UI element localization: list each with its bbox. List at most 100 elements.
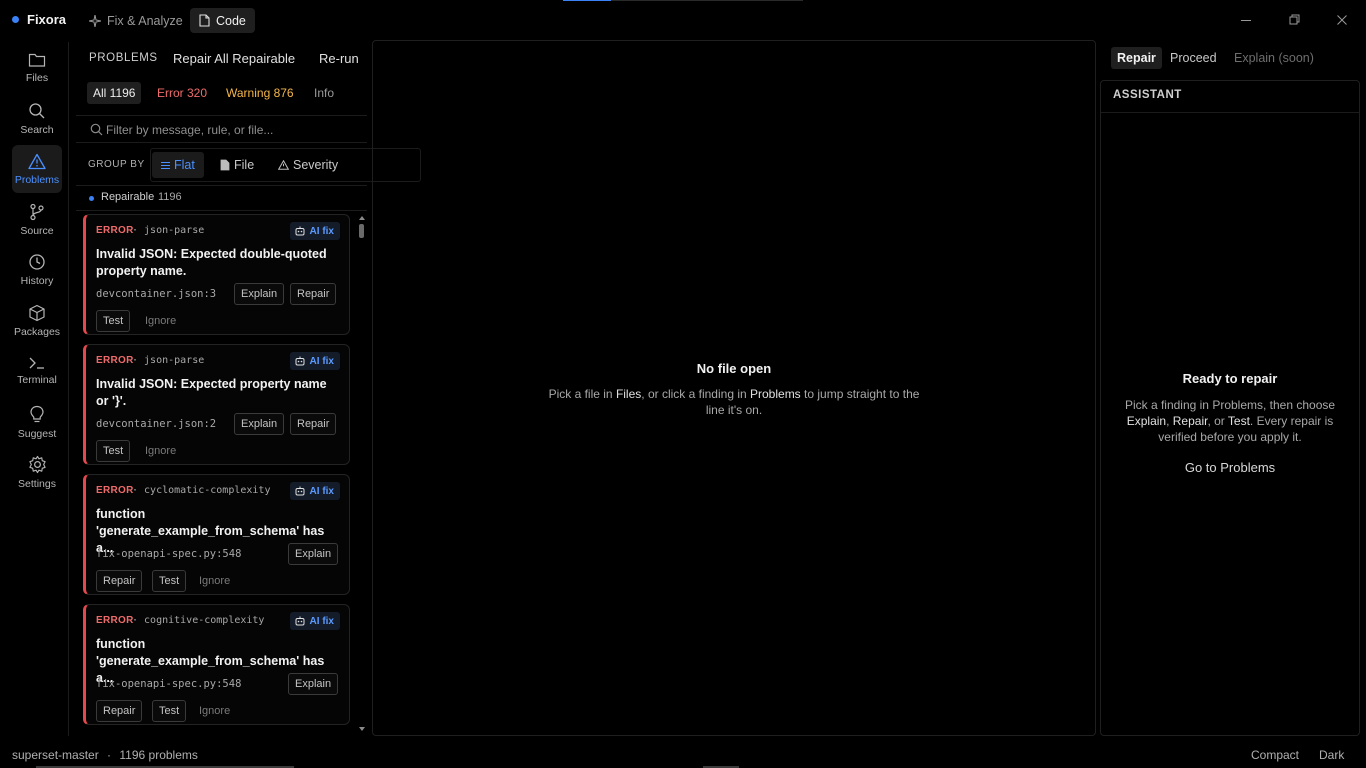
rail-item-source[interactable]: Source [12, 196, 62, 244]
ai-fix-badge: AI fix [289, 222, 340, 240]
severity-label: ERROR [96, 355, 134, 366]
filter-all[interactable]: All 1196 [87, 82, 142, 104]
git-branch-icon [29, 203, 45, 221]
group-by-flat[interactable]: Flat [152, 152, 204, 178]
ai-fix-label: AI fix [309, 225, 334, 237]
file-icon [199, 14, 210, 27]
theme-toggle[interactable]: Dark [1319, 748, 1344, 762]
explain-button[interactable]: Explain [288, 673, 339, 695]
compact-toggle[interactable]: Compact [1251, 748, 1299, 762]
scroll-down-arrow-icon[interactable] [359, 727, 365, 731]
robot-icon [295, 226, 305, 236]
problems-scrollbar[interactable] [359, 216, 365, 732]
rule-name: · cyclomatic-complexity [132, 485, 271, 496]
rail-item-terminal[interactable]: Terminal [12, 347, 62, 395]
test-button[interactable]: Test [96, 440, 131, 462]
repairable-label: Repairable [101, 191, 155, 203]
ignore-button[interactable]: Ignore [145, 445, 176, 457]
repair-button[interactable]: Repair [96, 570, 143, 592]
rail-label-source: Source [20, 225, 54, 237]
group-by-label: GROUP BY [88, 159, 145, 170]
status-bar: superset-master · 1196 problems Compact … [0, 742, 1366, 768]
problem-card[interactable]: ERROR · cyclomatic-complexity AI fix fun… [83, 474, 350, 595]
scroll-thumb[interactable] [359, 224, 364, 238]
repair-all-button[interactable]: Repair All Repairable [173, 51, 295, 66]
explain-button[interactable]: Explain [288, 543, 339, 565]
repair-button[interactable]: Repair [290, 413, 337, 435]
file-icon [220, 159, 230, 171]
ignore-button[interactable]: Ignore [199, 575, 230, 587]
empty-desc-part-2: , or click a finding in [641, 387, 750, 401]
severity-label: ERROR [96, 615, 134, 626]
problem-title: Invalid JSON: Expected double-quoted pro… [96, 247, 327, 278]
tab-proceed[interactable]: Proceed [1170, 51, 1217, 65]
warning-triangle-icon [28, 153, 46, 170]
rail-item-packages[interactable]: Packages [12, 297, 62, 345]
group-by-file-label: File [234, 158, 255, 172]
group-by-flat-label: Flat [174, 158, 195, 172]
rule-name: · cognitive-complexity [132, 615, 265, 626]
minimize-button[interactable] [1238, 12, 1254, 28]
rail-label-packages: Packages [13, 326, 61, 338]
problems-link[interactable]: Problems [750, 387, 801, 401]
status-project: superset-master [12, 748, 99, 762]
ai-fix-badge: AI fix [289, 482, 340, 500]
problems-search-input[interactable] [106, 120, 356, 140]
problem-card[interactable]: ERROR · json-parse AI fix Invalid JSON: … [83, 344, 350, 465]
group-by-file[interactable]: File [211, 152, 263, 178]
lightbulb-icon [29, 405, 45, 424]
rail-label-terminal: Terminal [17, 374, 57, 386]
tab-code[interactable]: Code [190, 8, 255, 33]
rail-item-search[interactable]: Search [12, 95, 62, 143]
problem-file[interactable]: fix-openapi-spec.py:548 [96, 548, 241, 560]
list-icon [161, 161, 170, 170]
robot-icon [295, 356, 305, 366]
filter-error[interactable]: Error 320 [151, 82, 213, 104]
ai-fix-badge: AI fix [289, 352, 340, 370]
status-problem-count[interactable]: 1196 problems [119, 748, 198, 762]
test-button[interactable]: Test [152, 700, 187, 722]
problem-card[interactable]: ERROR · json-parse AI fix Invalid JSON: … [83, 214, 350, 335]
ai-fix-label: AI fix [309, 355, 334, 367]
rail-item-suggest[interactable]: Suggest [12, 398, 62, 446]
ignore-button[interactable]: Ignore [199, 705, 230, 717]
repair-button[interactable]: Repair [96, 700, 143, 722]
files-link[interactable]: Files [616, 387, 641, 401]
test-button[interactable]: Test [152, 570, 187, 592]
problem-card[interactable]: ERROR · cognitive-complexity AI fix func… [83, 604, 350, 725]
repair-button[interactable]: Repair [290, 283, 337, 305]
filter-info[interactable]: Info [308, 82, 340, 104]
rule-name: · json-parse [132, 225, 205, 236]
filter-warning[interactable]: Warning 876 [220, 82, 300, 104]
sparkle-icon [89, 14, 101, 27]
problem-file[interactable]: devcontainer.json:2 [96, 418, 216, 430]
go-to-problems-button[interactable]: Go to Problems [1101, 460, 1359, 475]
repairable-group-header[interactable]: Repairable 1196 [76, 185, 367, 211]
tab-fix-analyze[interactable]: Fix & Analyze [80, 8, 192, 33]
close-button[interactable] [1334, 12, 1350, 28]
maximize-button[interactable] [1286, 12, 1302, 28]
rail-label-search: Search [20, 124, 54, 136]
rerun-button[interactable]: Re-run [319, 51, 359, 66]
problem-file[interactable]: fix-openapi-spec.py:548 [96, 678, 241, 690]
problems-search [76, 115, 367, 143]
search-icon [90, 123, 103, 136]
problem-title-line-1: function [96, 637, 146, 651]
status-separator: · [107, 748, 112, 762]
problem-file[interactable]: devcontainer.json:3 [96, 288, 216, 300]
package-icon [28, 304, 46, 322]
rail-item-files[interactable]: Files [12, 44, 62, 92]
rail-item-history[interactable]: History [12, 246, 62, 294]
explain-button[interactable]: Explain [234, 413, 285, 435]
group-by-severity[interactable]: Severity [269, 152, 347, 178]
test-button[interactable]: Test [96, 310, 131, 332]
tab-code-label: Code [216, 13, 246, 28]
explain-button[interactable]: Explain [234, 283, 285, 305]
rail-item-problems[interactable]: Problems [12, 145, 62, 193]
rail-label-files: Files [25, 72, 49, 84]
empty-state-description: Pick a file in Files, or click a finding… [540, 386, 928, 418]
rail-item-settings[interactable]: Settings [12, 448, 62, 496]
scroll-up-arrow-icon[interactable] [359, 216, 365, 220]
tab-repair[interactable]: Repair [1111, 47, 1162, 69]
ignore-button[interactable]: Ignore [145, 315, 176, 327]
